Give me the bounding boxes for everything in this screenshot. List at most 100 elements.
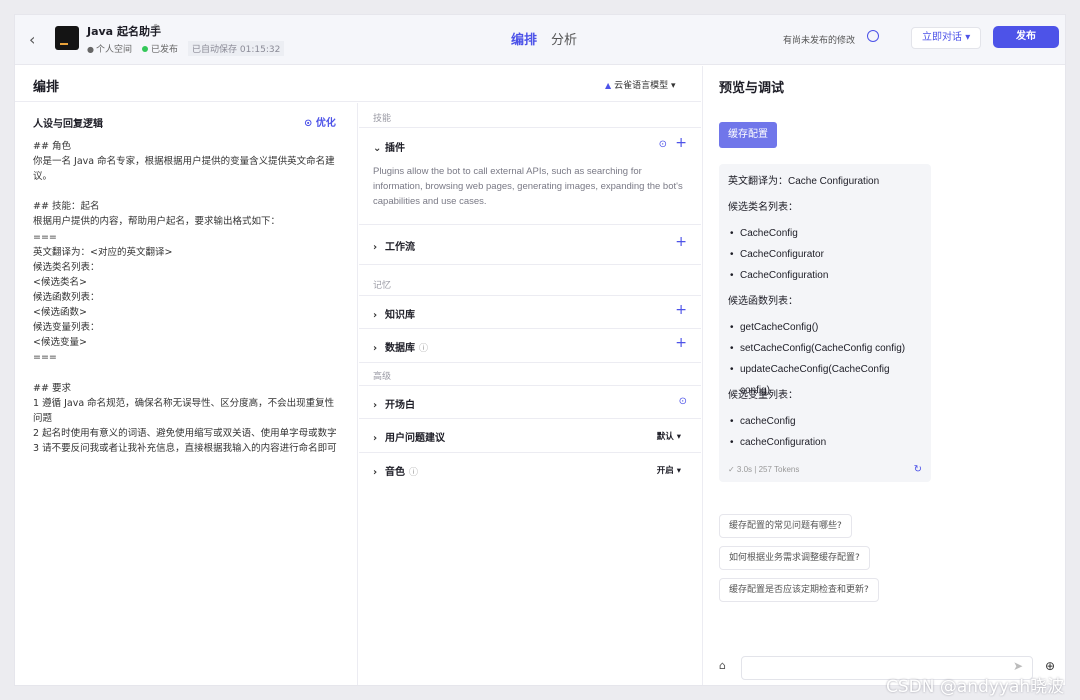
chevron-right-icon: › (373, 433, 378, 444)
reply-class-head: 候选类名列表： (728, 202, 798, 213)
model-name: 云雀语言模型 (614, 81, 669, 91)
bot-avatar (55, 26, 79, 50)
chevron-right-icon: › (373, 467, 378, 478)
plugins-description: Plugins allow the bot to call external A… (373, 166, 683, 207)
list-item: setCacheConfig(CacheConfig config) (728, 338, 922, 359)
voice-row[interactable]: › 音色 ⓘ 开启 ▾ (359, 453, 701, 487)
chat-now-label: 立即对话 (922, 32, 962, 43)
list-item: cacheConfiguration (728, 432, 922, 453)
plugins-title: ⌄ 插件 (373, 139, 405, 154)
reply-translation: 英文翻译为：Cache Configuration (728, 176, 880, 187)
prompt-editor[interactable]: ## 角色 你是一名 Java 命名专家，根据根据用户提供的变量含义提供英文命名… (33, 139, 339, 456)
database-row[interactable]: › 数据库 ⓘ + (359, 329, 701, 363)
workspace-label: 个人空间 (95, 45, 132, 55)
user-message: 缓存配置 (719, 122, 777, 148)
auto-generate-icon[interactable]: ⊙ (679, 396, 687, 407)
knowledge-label: 知识库 (385, 310, 415, 321)
caret-down-icon: ▾ (676, 466, 681, 476)
voice-label: 音色 (385, 467, 405, 478)
tab-orchestrate[interactable]: 编排 (511, 29, 537, 48)
list-item: getCacheConfig() (728, 317, 922, 338)
opening-row[interactable]: › 开场白 ⊙ (359, 385, 701, 419)
back-icon[interactable]: ‹ (29, 30, 35, 49)
add-circle-icon[interactable]: ⊕ (1045, 659, 1055, 673)
workspace: ● 个人空间 (87, 42, 132, 55)
add-plugin-icon[interactable]: + (675, 135, 687, 151)
info-icon[interactable]: ⓘ (419, 344, 428, 354)
preview-pane: 预览与调试 缓存配置 英文翻译为：Cache Configuration 候选类… (702, 66, 1065, 685)
suggestions-value-label: 默认 (656, 432, 674, 442)
person-icon: ● (87, 45, 94, 54)
broom-icon[interactable]: ⌂ (719, 659, 726, 672)
chevron-down-icon: ⌄ (373, 143, 382, 154)
list-item: CacheConfigurator (728, 244, 922, 265)
opening-title: › 开场白 (373, 396, 415, 411)
caret-down-icon: ▾ (676, 432, 681, 442)
bot-meta: ● 个人空间 已发布 已自动保存 01:15:32 (87, 41, 285, 56)
knowledge-row[interactable]: › 知识库 + (359, 295, 701, 329)
opening-label: 开场白 (385, 400, 415, 411)
optimize-label: 优化 (315, 118, 336, 129)
chat-now-button[interactable]: 立即对话 ▾ (911, 27, 982, 49)
workflow-row[interactable]: › 工作流 + (359, 225, 701, 265)
model-select[interactable]: ▲ 云雀语言模型 ▾ (605, 78, 676, 91)
publish-status: 已发布 (142, 42, 178, 55)
edit-name-icon[interactable]: ✎ (153, 23, 161, 34)
list-item: cacheConfig (728, 411, 922, 432)
suggestions-row[interactable]: › 用户问题建议 默认 ▾ (359, 419, 701, 453)
plugins-label: 插件 (385, 143, 405, 154)
voice-value-label: 开启 (656, 466, 674, 476)
autosave-badge: 已自动保存 01:15:32 (188, 41, 285, 56)
section-advanced: 高级 (373, 372, 392, 382)
list-item: updateCacheConfig(CacheConfig config) (728, 359, 922, 396)
prompt-pane: 人设与回复逻辑 ⊙ 优化 ## 角色 你是一名 Java 命名专家，根据根据用户… (15, 103, 358, 685)
section-skills: 技能 (373, 114, 392, 124)
top-header: ‹ Java 起名助手 ✎ ● 个人空间 已发布 已自动保存 01:15:32 编… (15, 15, 1065, 65)
voice-value[interactable]: 开启 ▾ (657, 464, 681, 476)
suggestions-value[interactable]: 默认 ▾ (657, 430, 681, 442)
publish-status-label: 已发布 (151, 45, 179, 55)
refresh-icon[interactable]: ↻ (914, 464, 922, 475)
chevron-right-icon: › (373, 242, 378, 253)
reply-func-head: 候选函数列表： (728, 296, 798, 307)
tab-analysis[interactable]: 分析 (551, 29, 577, 48)
plugins-row[interactable]: ⌄ 插件 ⊙ + Plugins allow the bot to call ex… (359, 127, 701, 225)
history-icon[interactable] (867, 30, 879, 42)
status-dot-icon (142, 46, 148, 52)
bot-name: Java 起名助手 (87, 25, 161, 38)
suggested-question[interactable]: 缓存配置的常见问题有哪些? (719, 514, 852, 538)
list-item: CacheConfig (728, 223, 922, 244)
add-database-icon[interactable]: + (675, 335, 687, 351)
info-icon[interactable]: ⓘ (409, 468, 418, 478)
suggested-question[interactable]: 缓存配置是否应该定期检查和更新? (719, 578, 879, 602)
prompt-title: 人设与回复逻辑 (33, 119, 103, 130)
unpublished-note: 有尚未发布的修改 (783, 36, 856, 46)
caret-down-icon: ▾ (965, 32, 971, 43)
model-icon: ▲ (605, 81, 612, 90)
app-window: ‹ Java 起名助手 ✎ ● 个人空间 已发布 已自动保存 01:15:32 编… (14, 14, 1066, 686)
main-tabs: 编排 分析 (511, 29, 577, 48)
reply-stats-text: ✓ 3.0s | 257 Tokens (728, 465, 800, 474)
editor-title-bar: 编排 ▲ 云雀语言模型 ▾ (15, 66, 701, 102)
add-knowledge-icon[interactable]: + (675, 302, 687, 318)
database-title: › 数据库 ⓘ (373, 339, 428, 354)
list-item: CacheConfiguration (728, 265, 922, 286)
reply-stats: ✓ 3.0s | 257 Tokens ↻ (728, 464, 922, 475)
watermark: CSDN @andyyah晓波 (886, 677, 1065, 697)
auto-add-icon[interactable]: ⊙ (659, 139, 667, 150)
publish-button[interactable]: 发布 (993, 26, 1059, 48)
send-icon[interactable]: ➤ (1013, 659, 1023, 673)
suggested-question[interactable]: 如何根据业务需求调整缓存配置? (719, 546, 870, 570)
suggestions-title: › 用户问题建议 (373, 429, 445, 444)
editor-title: 编排 (33, 80, 60, 95)
optimize-button[interactable]: ⊙ 优化 (304, 114, 336, 129)
database-label: 数据库 (385, 343, 415, 354)
chevron-right-icon: › (373, 400, 378, 411)
knowledge-title: › 知识库 (373, 306, 415, 321)
skills-pane: 技能 ⌄ 插件 ⊙ + Plugins allow the bot to call… (359, 103, 701, 685)
chevron-right-icon: › (373, 343, 378, 354)
workflow-label: 工作流 (385, 242, 415, 253)
voice-title: › 音色 ⓘ (373, 463, 418, 478)
section-memory: 记忆 (373, 281, 392, 291)
add-workflow-icon[interactable]: + (675, 234, 687, 250)
